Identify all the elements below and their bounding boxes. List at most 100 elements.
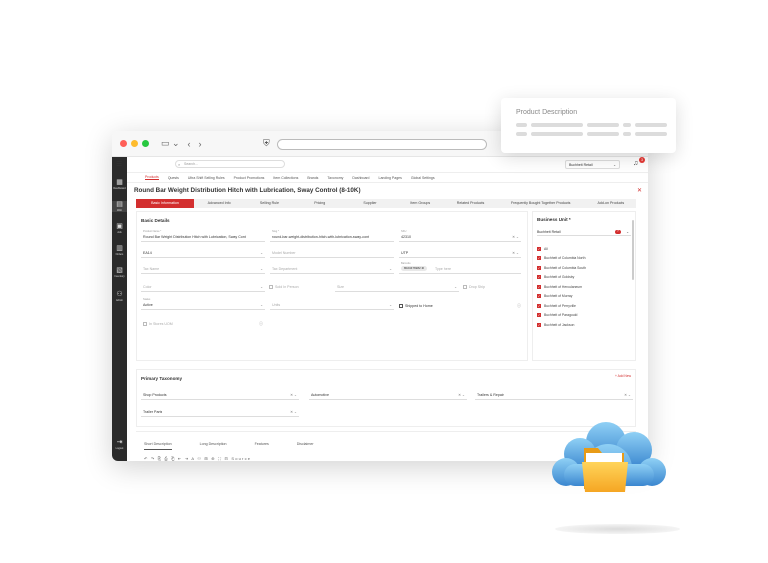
- step-related-products[interactable]: Related Products: [445, 199, 495, 208]
- address-bar[interactable]: [277, 139, 487, 150]
- color-field[interactable]: Color ⌄: [141, 282, 265, 292]
- business-unit-select[interactable]: Buchheit Retail 7 ⌄: [537, 228, 631, 236]
- sku-field[interactable]: SKU 42310 ✕ ⌄: [399, 230, 521, 242]
- close-window-dot[interactable]: [120, 140, 127, 147]
- tab-selling-rules[interactable]: Ultra Shift Selling Rules: [188, 176, 225, 180]
- nav-logout[interactable]: ⇥ Logout: [112, 439, 127, 450]
- checkbox-checked-icon: ✓: [537, 275, 541, 280]
- info-icon[interactable]: ⓘ: [517, 303, 521, 309]
- business-unit-item[interactable]: ✓ Buchheit of Paragould: [537, 311, 631, 321]
- checkbox-checked-icon: ✓: [537, 313, 541, 318]
- tax-name-field[interactable]: Tax Name ⌄: [141, 264, 265, 274]
- side-nav: ▦ Dashboard ▤ Web ▣ Ads ▥ Orders ▧ Inventory …: [112, 157, 127, 461]
- back-icon[interactable]: ‹: [188, 139, 191, 149]
- nav-orders[interactable]: ▥ Orders: [112, 245, 127, 256]
- web-icon: ▤: [116, 201, 123, 208]
- chevron-down-icon: ⌄: [454, 285, 457, 289]
- nav-admin[interactable]: ⚇ Admin: [112, 291, 127, 302]
- business-unit-item[interactable]: ✓ Buchheit of Murray: [537, 292, 631, 302]
- barcode-chip[interactable]: 8023476982 ⊗: [401, 265, 428, 271]
- chevron-down-icon: ✕ ⌄: [512, 251, 519, 255]
- status-field[interactable]: Status Active ⌄: [141, 298, 265, 310]
- drop-ship-checkbox[interactable]: Drop Ship: [463, 285, 485, 290]
- tab-disclaimer[interactable]: Disclaimer: [297, 442, 314, 450]
- sold-in-person-checkbox[interactable]: Sold In Person: [269, 285, 299, 290]
- nav-inventory[interactable]: ▧ Inventory: [112, 267, 127, 278]
- chevron-down-icon: ✕ ⌄: [458, 393, 465, 397]
- stage: ▭ ⌄ ‹ › ⛨ ▦ Dashboard ▤ Web ▣ Ads ▥ Orders ▧…: [0, 0, 768, 563]
- hamburger-menu-icon[interactable]: ☰: [116, 160, 122, 168]
- scrollbar[interactable]: [632, 220, 634, 280]
- business-unit-item[interactable]: ✓ Buchheit of Perryville: [537, 301, 631, 311]
- tab-landing-pages[interactable]: Landing Pages: [379, 176, 402, 180]
- chevron-down-icon: ⌄: [260, 303, 263, 307]
- sidebar-toggle-icon[interactable]: ▭ ⌄: [161, 138, 180, 149]
- taxonomy-level-2[interactable]: Automotive ✕ ⌄: [309, 390, 467, 400]
- barcode-field[interactable]: Barcode 8023476982 ⊗ Type here: [399, 262, 521, 274]
- shipped-to-home-checkbox[interactable]: Shipped to Home: [399, 304, 433, 309]
- units-field[interactable]: Units ⌄: [270, 300, 394, 310]
- forward-icon[interactable]: ›: [199, 139, 202, 149]
- size-field[interactable]: Size ⌄: [335, 282, 459, 292]
- business-unit-item[interactable]: ✓ Buchheit of Herculaneum: [537, 282, 631, 292]
- product-name-field[interactable]: Product Name * Round Bar Weight Distribu…: [141, 230, 265, 242]
- step-basic-information[interactable]: Basic Information: [136, 199, 194, 208]
- nav-web[interactable]: ▤ Web: [112, 201, 127, 212]
- step-advanced-info[interactable]: Advanced Info: [194, 199, 244, 208]
- in-stores-uom-checkbox[interactable]: In Stores UOM: [143, 322, 173, 327]
- usage-field[interactable]: UTP ✕ ⌄: [399, 248, 521, 258]
- chevron-down-icon: ✕ ⌄: [624, 393, 631, 397]
- step-selling-rule[interactable]: Selling Rule: [244, 199, 294, 208]
- search-icon: ⌕: [178, 162, 181, 167]
- model-number-field[interactable]: Model Number: [270, 248, 394, 258]
- chevron-down-icon: ⌄: [260, 267, 263, 271]
- search-input[interactable]: ⌕ Search...: [175, 160, 285, 168]
- chevron-down-icon: ⌄: [389, 267, 392, 271]
- business-unit-item[interactable]: ✓ Buchheit of Jackson: [537, 320, 631, 330]
- tab-dashboard[interactable]: Dashboard: [352, 176, 369, 180]
- checkbox-checked-icon: ✓: [537, 303, 541, 308]
- chevron-down-icon: ⌄: [626, 230, 629, 234]
- uom-field[interactable]: EA14 ⌄: [141, 248, 265, 258]
- tab-long-description[interactable]: Long Description: [200, 442, 227, 450]
- business-unit-item[interactable]: ✓ Buchheit of Goldsby: [537, 273, 631, 283]
- editor-toolbar[interactable]: ↶ ↷ ⎘ ⎙ ⎗ ⇤ ⇥ A ⚇ ⊞ ⊕ ⛶ ⊟ Source: [144, 456, 251, 461]
- tax-department-field[interactable]: Tax Department ⌄: [270, 264, 394, 274]
- tab-product-promotions[interactable]: Product Promotions: [234, 176, 265, 180]
- step-pricing[interactable]: Pricing: [295, 199, 345, 208]
- tab-features[interactable]: Features: [255, 442, 269, 450]
- module-tabs: Products Quests Ultra Shift Selling Rule…: [127, 173, 648, 183]
- checkbox-checked-icon: ✓: [537, 246, 541, 251]
- business-unit-item[interactable]: ✓ All: [537, 244, 631, 254]
- chevron-down-icon: ✕ ⌄: [290, 410, 297, 414]
- tab-quests[interactable]: Quests: [168, 176, 179, 180]
- tab-brands[interactable]: Brands: [307, 176, 318, 180]
- ads-icon: ▣: [116, 223, 123, 230]
- business-unit-item[interactable]: ✓ Buchheit of Columbia South: [537, 263, 631, 273]
- maximize-window-dot[interactable]: [142, 140, 149, 147]
- tab-global-settings[interactable]: Global Settings: [411, 176, 435, 180]
- info-icon[interactable]: ⓘ: [259, 321, 263, 327]
- business-unit-item[interactable]: ✓ Buchheit of Columbia North: [537, 254, 631, 264]
- admin-icon: ⚇: [116, 291, 123, 298]
- selected-count-badge: 7: [615, 230, 621, 234]
- taxonomy-level-3[interactable]: Trailers & Repair ✕ ⌄: [475, 390, 633, 400]
- tab-short-description[interactable]: Short Description: [144, 442, 172, 450]
- add-new-button[interactable]: + Add New: [615, 374, 631, 378]
- nav-ads[interactable]: ▣ Ads: [112, 223, 127, 234]
- step-supplier[interactable]: Supplier: [345, 199, 395, 208]
- bell-icon[interactable]: ♫: [633, 160, 638, 167]
- slug-field[interactable]: Slug * round-bar-weight-distribution-hit…: [270, 230, 394, 242]
- taxonomy-level-1[interactable]: Shop Products ✕ ⌄: [141, 390, 299, 400]
- step-add-on-products[interactable]: Add-on Products: [586, 199, 636, 208]
- store-selector[interactable]: Buchheit Retail ⌄: [565, 160, 620, 169]
- taxonomy-level-4[interactable]: Trailer Parts ✕ ⌄: [141, 407, 299, 417]
- tab-item-collections[interactable]: Item Collections: [273, 176, 298, 180]
- tab-taxonomy[interactable]: Taxonomy: [327, 176, 343, 180]
- step-item-groups[interactable]: Item Groups: [395, 199, 445, 208]
- step-frequently-bought[interactable]: Frequently Bought Together Products: [496, 199, 586, 208]
- nav-dashboard[interactable]: ▦ Dashboard: [112, 179, 127, 190]
- minimize-window-dot[interactable]: [131, 140, 138, 147]
- close-icon[interactable]: ✕: [637, 187, 642, 194]
- tab-products[interactable]: Products: [145, 175, 159, 180]
